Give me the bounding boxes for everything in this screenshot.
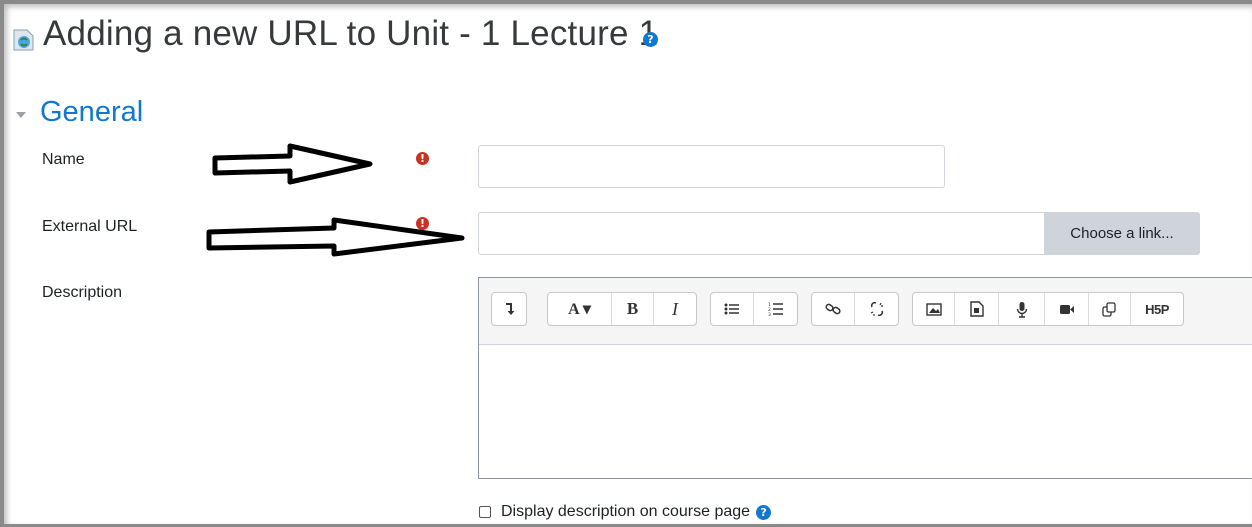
section-title-general[interactable]: General	[40, 96, 143, 129]
image-icon[interactable]	[913, 293, 955, 325]
external-url-label: External URL	[42, 218, 138, 235]
caret-down-icon[interactable]	[15, 110, 27, 120]
required-icon: !	[416, 152, 429, 165]
link-icon[interactable]	[812, 293, 856, 325]
description-textarea[interactable]	[479, 345, 1252, 478]
toolbar-group-lists: 123	[710, 292, 798, 326]
record-audio-icon[interactable]	[999, 293, 1045, 325]
toolbar-group-links	[811, 292, 899, 326]
editor-toolbar: A ▾ B I 123 H5P	[479, 278, 1252, 345]
choose-link-button[interactable]: Choose a link...	[1044, 212, 1200, 255]
description-editor: A ▾ B I 123 H5P	[478, 277, 1252, 479]
annotation-arrow-name	[212, 143, 373, 185]
italic-icon[interactable]: I	[654, 293, 696, 325]
question-circle-icon[interactable]: ?	[756, 504, 772, 520]
name-input[interactable]	[478, 145, 945, 188]
unordered-list-icon[interactable]	[711, 293, 755, 325]
display-description-label: Display description on course page	[501, 503, 751, 520]
toolbar-group-more	[491, 292, 527, 326]
external-url-input[interactable]	[478, 212, 1045, 255]
manage-files-icon[interactable]	[1089, 293, 1131, 325]
page-title: Adding a new URL to Unit - 1 Lecture 1	[43, 14, 659, 53]
toolbar-group-style: A ▾ B I	[547, 292, 697, 326]
annotation-arrow-url	[206, 217, 465, 257]
font-style-icon[interactable]: A ▾	[548, 293, 612, 325]
h5p-icon[interactable]: H5P	[1131, 293, 1183, 325]
url-activity-icon	[13, 29, 34, 51]
question-circle-icon[interactable]: ?	[643, 32, 658, 47]
description-label: Description	[42, 284, 123, 301]
toolbar-group-media: H5P	[912, 292, 1184, 326]
media-icon[interactable]	[955, 293, 999, 325]
svg-text:3: 3	[768, 312, 771, 316]
name-label: Name	[42, 151, 85, 168]
display-description-option[interactable]: Display description on course page ?	[479, 503, 772, 521]
display-description-checkbox[interactable]	[479, 506, 491, 518]
record-video-icon[interactable]	[1045, 293, 1089, 325]
ordered-list-icon[interactable]: 123	[754, 293, 797, 325]
bold-icon[interactable]: B	[612, 293, 654, 325]
more-options-icon[interactable]	[492, 293, 526, 325]
unlink-icon[interactable]	[855, 293, 898, 325]
